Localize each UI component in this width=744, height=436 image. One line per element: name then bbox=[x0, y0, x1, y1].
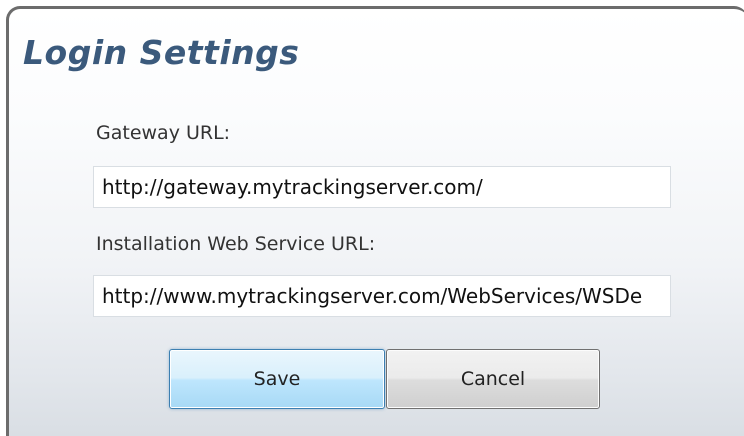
gateway-url-field[interactable] bbox=[93, 166, 671, 208]
save-button[interactable]: Save bbox=[169, 349, 385, 409]
web-service-url-label: Installation Web Service URL: bbox=[96, 233, 376, 255]
cancel-button[interactable]: Cancel bbox=[386, 349, 600, 409]
login-settings-dialog: Login Settings Gateway URL: Installation… bbox=[6, 6, 744, 436]
web-service-url-field[interactable] bbox=[93, 275, 671, 317]
dialog-title: Login Settings bbox=[23, 33, 300, 72]
gateway-url-label: Gateway URL: bbox=[96, 122, 231, 144]
